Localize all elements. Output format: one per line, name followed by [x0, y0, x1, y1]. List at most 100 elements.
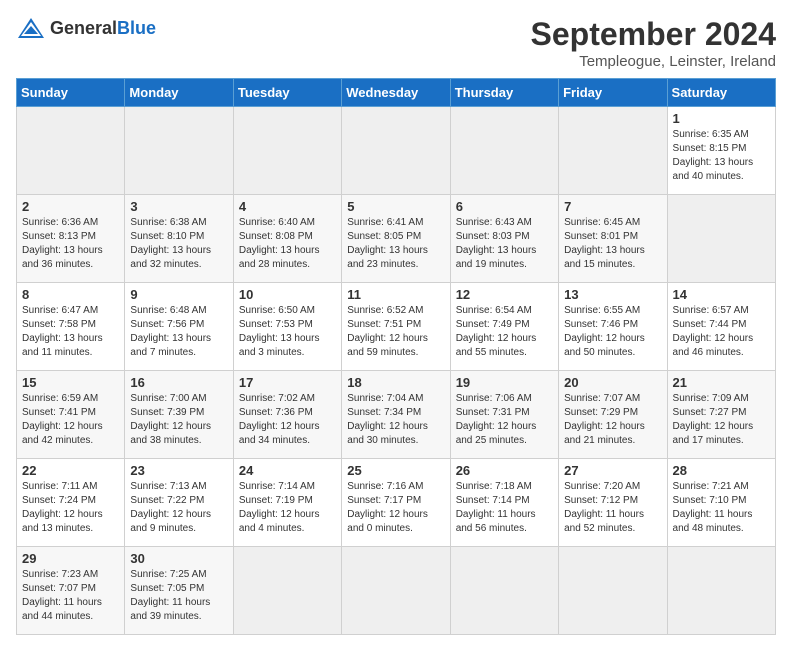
day-details: Sunrise: 6:41 AM Sunset: 8:05 PM Dayligh…	[347, 216, 444, 272]
calendar-table: SundayMondayTuesdayWednesdayThursdayFrid…	[16, 78, 776, 635]
empty-cell	[667, 547, 775, 635]
day-details: Sunrise: 6:55 AM Sunset: 7:46 PM Dayligh…	[564, 304, 661, 360]
empty-cell	[559, 107, 667, 195]
day-details: Sunrise: 7:04 AM Sunset: 7:34 PM Dayligh…	[347, 392, 444, 448]
calendar-day-18: 18Sunrise: 7:04 AM Sunset: 7:34 PM Dayli…	[342, 371, 450, 459]
calendar-day-29: 29Sunrise: 7:23 AM Sunset: 7:07 PM Dayli…	[17, 547, 125, 635]
calendar-week-4: 15 Sunrise: 6:59 AM Sunset: 7:41 PM Dayli…	[17, 371, 776, 459]
day-details: Sunrise: 7:00 AM Sunset: 7:39 PM Dayligh…	[130, 392, 227, 448]
day-number: 20	[564, 375, 661, 390]
calendar-day-28: 28 Sunrise: 7:21 AM Sunset: 7:10 PM Dayli…	[667, 459, 775, 547]
day-header-monday: Monday	[125, 79, 233, 107]
calendar-day-13: 13 Sunrise: 6:55 AM Sunset: 7:46 PM Dayli…	[559, 283, 667, 371]
day-details: Sunrise: 7:13 AM Sunset: 7:22 PM Dayligh…	[130, 480, 227, 536]
calendar-day-30: 30 Sunrise: 7:25 AM Sunset: 7:05 PM Dayli…	[125, 547, 233, 635]
day-number: 8	[22, 287, 119, 302]
day-details: Sunrise: 6:57 AM Sunset: 7:44 PM Dayligh…	[673, 304, 770, 360]
day-details: Sunrise: 6:40 AM Sunset: 8:08 PM Dayligh…	[239, 216, 336, 272]
calendar-day-3: 3 Sunrise: 6:38 AM Sunset: 8:10 PM Daylig…	[125, 195, 233, 283]
calendar-day-2: 2Sunrise: 6:36 AM Sunset: 8:13 PM Daylig…	[17, 195, 125, 283]
calendar-week-1: 1 Sunrise: 6:35 AM Sunset: 8:15 PM Daylig…	[17, 107, 776, 195]
day-header-friday: Friday	[559, 79, 667, 107]
day-details: Sunrise: 6:47 AM Sunset: 7:58 PM Dayligh…	[22, 304, 119, 360]
calendar-day-25: 25 Sunrise: 7:16 AM Sunset: 7:17 PM Dayli…	[342, 459, 450, 547]
day-details: Sunrise: 7:02 AM Sunset: 7:36 PM Dayligh…	[239, 392, 336, 448]
calendar-day-8: 8 Sunrise: 6:47 AM Sunset: 7:58 PM Daylig…	[17, 283, 125, 371]
empty-cell	[17, 107, 125, 195]
day-number: 19	[456, 375, 553, 390]
month-title: September 2024	[531, 16, 776, 53]
day-details: Sunrise: 7:20 AM Sunset: 7:12 PM Dayligh…	[564, 480, 661, 536]
day-details: Sunrise: 7:06 AM Sunset: 7:31 PM Dayligh…	[456, 392, 553, 448]
day-number: 29	[22, 551, 119, 566]
day-details: Sunrise: 7:11 AM Sunset: 7:24 PM Dayligh…	[22, 480, 119, 536]
calendar-day-23: 23Sunrise: 7:13 AM Sunset: 7:22 PM Dayli…	[125, 459, 233, 547]
day-number: 27	[564, 463, 661, 478]
calendar-day-15: 15 Sunrise: 6:59 AM Sunset: 7:41 PM Dayli…	[17, 371, 125, 459]
calendar-day-24: 24Sunrise: 7:14 AM Sunset: 7:19 PM Dayli…	[233, 459, 341, 547]
day-number: 4	[239, 199, 336, 214]
empty-cell	[559, 547, 667, 635]
empty-cell	[233, 547, 341, 635]
calendar-day-12: 12Sunrise: 6:54 AM Sunset: 7:49 PM Dayli…	[450, 283, 558, 371]
calendar-day-1: 1 Sunrise: 6:35 AM Sunset: 8:15 PM Daylig…	[667, 107, 775, 195]
calendar-day-20: 20 Sunrise: 7:07 AM Sunset: 7:29 PM Dayli…	[559, 371, 667, 459]
calendar-day-16: 16Sunrise: 7:00 AM Sunset: 7:39 PM Dayli…	[125, 371, 233, 459]
empty-cell	[125, 107, 233, 195]
day-number: 14	[673, 287, 770, 302]
empty-cell	[342, 107, 450, 195]
title-area: September 2024 Templeogue, Leinster, Ire…	[531, 16, 776, 70]
day-number: 7	[564, 199, 661, 214]
day-details: Sunrise: 6:59 AM Sunset: 7:41 PM Dayligh…	[22, 392, 119, 448]
logo-text-blue: Blue	[117, 18, 156, 38]
calendar-week-3: 8 Sunrise: 6:47 AM Sunset: 7:58 PM Daylig…	[17, 283, 776, 371]
day-details: Sunrise: 6:45 AM Sunset: 8:01 PM Dayligh…	[564, 216, 661, 272]
day-details: Sunrise: 6:48 AM Sunset: 7:56 PM Dayligh…	[130, 304, 227, 360]
calendar-day-7: 7 Sunrise: 6:45 AM Sunset: 8:01 PM Daylig…	[559, 195, 667, 283]
day-number: 11	[347, 287, 444, 302]
day-details: Sunrise: 7:21 AM Sunset: 7:10 PM Dayligh…	[673, 480, 770, 536]
calendar-day-9: 9 Sunrise: 6:48 AM Sunset: 7:56 PM Daylig…	[125, 283, 233, 371]
calendar-week-6: 29Sunrise: 7:23 AM Sunset: 7:07 PM Dayli…	[17, 547, 776, 635]
day-number: 9	[130, 287, 227, 302]
day-number: 10	[239, 287, 336, 302]
header: GeneralBlue September 2024 Templeogue, L…	[16, 16, 776, 70]
day-number: 15	[22, 375, 119, 390]
empty-cell	[342, 547, 450, 635]
day-details: Sunrise: 7:18 AM Sunset: 7:14 PM Dayligh…	[456, 480, 553, 536]
day-number: 30	[130, 551, 227, 566]
day-number: 13	[564, 287, 661, 302]
day-header-saturday: Saturday	[667, 79, 775, 107]
calendar-week-2: 2Sunrise: 6:36 AM Sunset: 8:13 PM Daylig…	[17, 195, 776, 283]
day-details: Sunrise: 6:43 AM Sunset: 8:03 PM Dayligh…	[456, 216, 553, 272]
day-number: 21	[673, 375, 770, 390]
day-number: 28	[673, 463, 770, 478]
day-header-tuesday: Tuesday	[233, 79, 341, 107]
calendar-day-19: 19 Sunrise: 7:06 AM Sunset: 7:31 PM Dayli…	[450, 371, 558, 459]
day-details: Sunrise: 7:16 AM Sunset: 7:17 PM Dayligh…	[347, 480, 444, 536]
empty-cell	[450, 547, 558, 635]
day-number: 25	[347, 463, 444, 478]
day-number: 3	[130, 199, 227, 214]
calendar-week-5: 22Sunrise: 7:11 AM Sunset: 7:24 PM Dayli…	[17, 459, 776, 547]
calendar-day-14: 14 Sunrise: 6:57 AM Sunset: 7:44 PM Dayli…	[667, 283, 775, 371]
day-number: 17	[239, 375, 336, 390]
day-number: 1	[673, 111, 770, 126]
calendar-day-21: 21Sunrise: 7:09 AM Sunset: 7:27 PM Dayli…	[667, 371, 775, 459]
day-details: Sunrise: 6:50 AM Sunset: 7:53 PM Dayligh…	[239, 304, 336, 360]
day-details: Sunrise: 7:14 AM Sunset: 7:19 PM Dayligh…	[239, 480, 336, 536]
day-details: Sunrise: 7:25 AM Sunset: 7:05 PM Dayligh…	[130, 568, 227, 624]
calendar-day-5: 5Sunrise: 6:41 AM Sunset: 8:05 PM Daylig…	[342, 195, 450, 283]
day-details: Sunrise: 6:35 AM Sunset: 8:15 PM Dayligh…	[673, 128, 770, 184]
calendar-day-26: 26Sunrise: 7:18 AM Sunset: 7:14 PM Dayli…	[450, 459, 558, 547]
day-details: Sunrise: 6:38 AM Sunset: 8:10 PM Dayligh…	[130, 216, 227, 272]
logo: GeneralBlue	[16, 16, 156, 40]
day-number: 6	[456, 199, 553, 214]
location-title: Templeogue, Leinster, Ireland	[531, 53, 776, 70]
day-details: Sunrise: 7:07 AM Sunset: 7:29 PM Dayligh…	[564, 392, 661, 448]
day-number: 2	[22, 199, 119, 214]
calendar-day-22: 22Sunrise: 7:11 AM Sunset: 7:24 PM Dayli…	[17, 459, 125, 547]
empty-cell	[233, 107, 341, 195]
day-header-wednesday: Wednesday	[342, 79, 450, 107]
calendar-day-11: 11Sunrise: 6:52 AM Sunset: 7:51 PM Dayli…	[342, 283, 450, 371]
